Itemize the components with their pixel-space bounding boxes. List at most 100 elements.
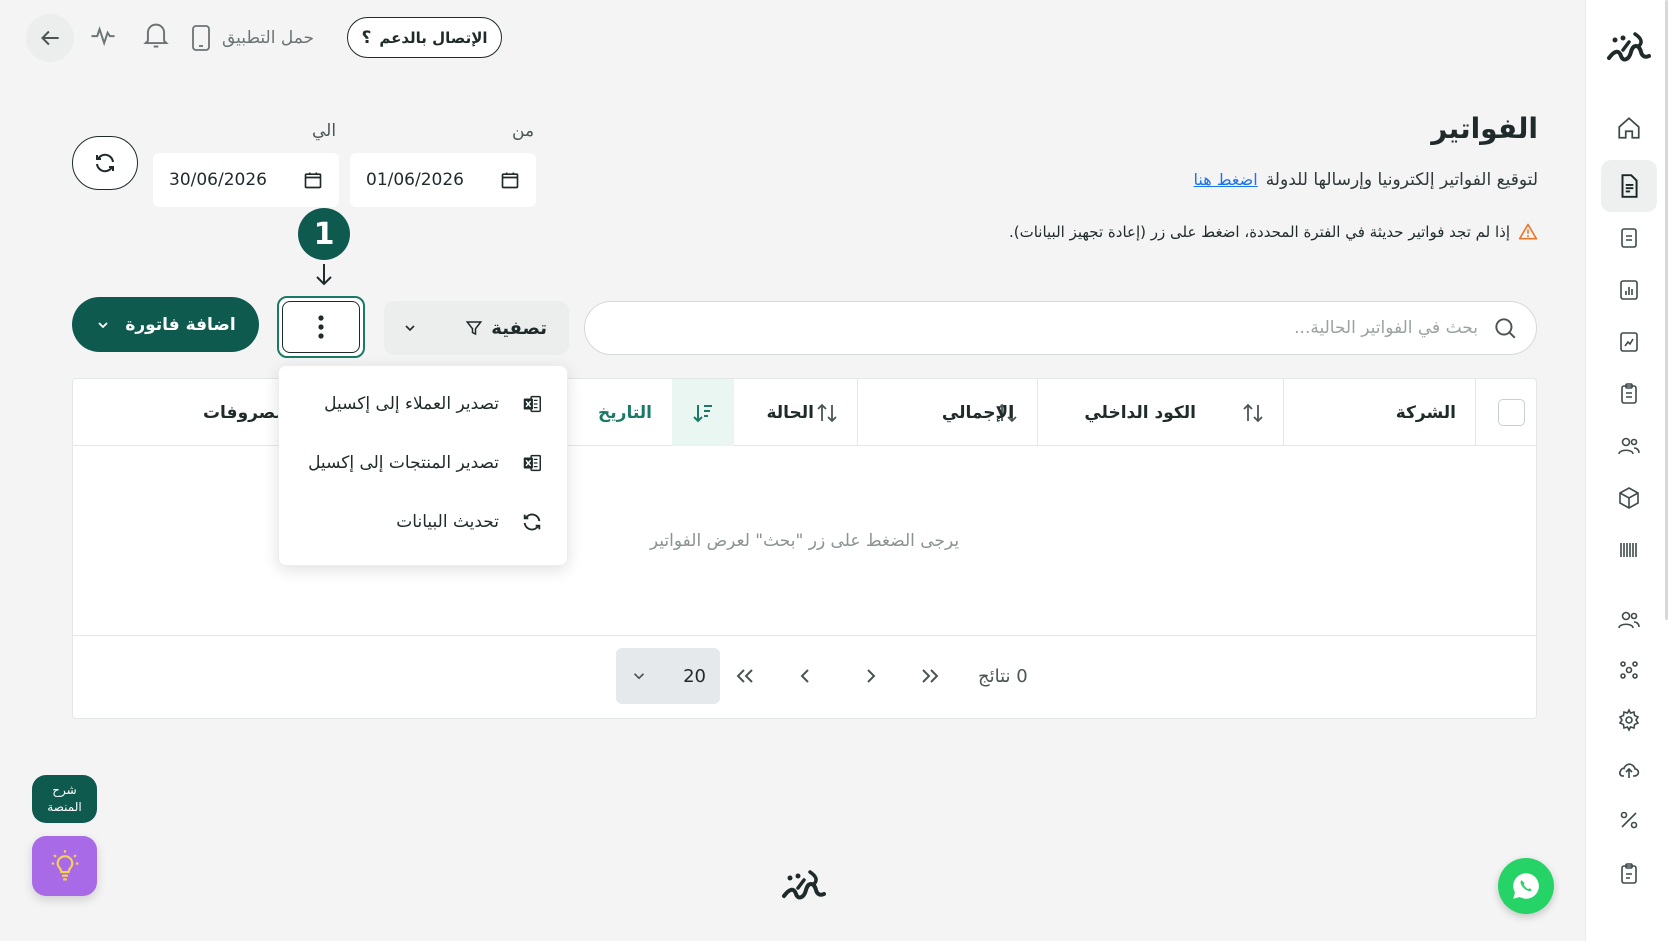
calendar-icon[interactable] (500, 170, 520, 190)
previous-page-button[interactable] (859, 664, 883, 688)
guide-label-line1: شرح (52, 783, 77, 797)
sidebar-item-barcode[interactable] (1601, 524, 1657, 576)
callout-arrow (312, 262, 336, 288)
whatsapp-chat-button[interactable] (1498, 858, 1554, 914)
refresh-icon (96, 153, 114, 173)
footer-brand-logo (779, 866, 829, 906)
sort-icon (1243, 403, 1263, 422)
column-header-expenses[interactable]: مصروفات (203, 379, 286, 446)
home-icon (1618, 117, 1640, 139)
more-options-menu: تصدير العملاء إلى إكسيل تصدير المنتجات إ… (278, 365, 568, 566)
column-header-total[interactable]: الإجمالي (942, 379, 1014, 446)
menu-item-label: تصدير المنتجات إلى إكسيل (308, 453, 499, 473)
to-date-field[interactable]: 30/06/2026 (153, 153, 339, 207)
from-date-value: 01/06/2026 (366, 170, 464, 190)
lightbulb-icon (51, 850, 78, 881)
download-app-label: حمل التطبيق (222, 28, 315, 48)
notifications-button[interactable] (142, 20, 170, 50)
cloud-upload-icon (1619, 763, 1640, 778)
sidebar-item-analytics[interactable] (1601, 316, 1657, 368)
sort-company-button[interactable] (1222, 379, 1284, 446)
sidebar-item-integrations[interactable] (1601, 644, 1657, 696)
sidebar-item-taxes[interactable] (1601, 794, 1657, 846)
sidebar-scrollbar[interactable] (1665, 0, 1668, 620)
arrow-left-icon (41, 30, 59, 46)
page-size-select[interactable]: 20 (616, 648, 720, 704)
last-page-button[interactable] (733, 664, 757, 688)
sidebar-item-reports[interactable] (1601, 264, 1657, 316)
subtitle: لتوقيع الفواتير إلكترونيا وإرسالها للدول… (1194, 170, 1538, 190)
menu-item-export-products[interactable]: تصدير المنتجات إلى إكسيل (308, 447, 543, 479)
menu-item-export-customers[interactable]: تصدير العملاء إلى إكسيل (324, 388, 543, 420)
warning-message: إذا لم تجد فواتير حديثة في الفترة المحدد… (1009, 222, 1538, 242)
menu-item-label: تحديث البيانات (396, 512, 499, 532)
sort-descending-icon (693, 404, 712, 422)
column-header-internal-code[interactable]: الكود الداخلي (1084, 379, 1196, 446)
column-header-status[interactable]: الحالة (766, 379, 814, 446)
question-icon: ؟ (361, 27, 372, 48)
column-divider (1475, 379, 1476, 446)
download-app-link[interactable]: حمل التطبيق (190, 22, 314, 54)
users-icon (1618, 437, 1640, 455)
results-count: 0 نتائج (978, 666, 1028, 687)
search-box[interactable] (584, 301, 1537, 355)
sidebar-item-settings[interactable] (1601, 694, 1657, 746)
step-callout-badge: 1 (298, 208, 350, 260)
platform-guide-button[interactable]: شرح المنصة (32, 775, 97, 823)
first-page-button[interactable] (918, 664, 942, 688)
page-title: الفواتير (1431, 112, 1538, 145)
sidebar-item-cloud[interactable] (1601, 744, 1657, 796)
sidebar-item-home[interactable] (1601, 102, 1657, 154)
sidebar-item-invoices[interactable] (1601, 160, 1657, 212)
pagination-bar: 0 نتائج 20 (73, 635, 1536, 718)
search-input[interactable] (603, 318, 1478, 338)
more-options-button[interactable] (282, 301, 360, 353)
arrow-down-icon (316, 264, 332, 286)
guide-label-line2: المنصة (47, 800, 82, 814)
back-button[interactable] (26, 14, 74, 62)
search-icon[interactable] (1492, 315, 1518, 341)
select-all-checkbox[interactable] (1498, 399, 1525, 426)
calendar-icon[interactable] (303, 170, 323, 190)
reload-data-button[interactable] (72, 136, 138, 190)
add-invoice-label: اضافة فاتورة (125, 314, 236, 335)
team-icon (1618, 611, 1640, 629)
whatsapp-icon (1513, 873, 1539, 899)
sidebar (1585, 0, 1672, 941)
sidebar-item-team[interactable] (1601, 594, 1657, 646)
warning-icon (1518, 223, 1538, 240)
from-label: من (512, 121, 535, 141)
chevron-right-icon (867, 669, 876, 683)
sidebar-item-products[interactable] (1601, 472, 1657, 524)
subtitle-text: لتوقيع الفواتير إلكترونيا وإرسالها للدول… (1265, 170, 1538, 190)
tips-button[interactable] (32, 836, 97, 896)
support-button[interactable]: الإتصال بالدعم ؟ (347, 17, 502, 58)
warning-text: إذا لم تجد فواتير حديثة في الفترة المحدد… (1008, 223, 1510, 241)
sidebar-item-tasks[interactable] (1601, 368, 1657, 420)
phone-icon (192, 25, 210, 51)
sidebar-item-customers[interactable] (1601, 420, 1657, 472)
box-icon (1619, 487, 1639, 509)
sidebar-item-receipts[interactable] (1601, 212, 1657, 264)
sort-date-button[interactable] (672, 379, 734, 446)
from-date-field[interactable]: 01/06/2026 (350, 153, 536, 207)
refresh-icon (523, 513, 541, 531)
activity-button[interactable] (89, 20, 117, 50)
column-header-company[interactable]: الشركة (1396, 379, 1456, 446)
next-page-button[interactable] (793, 664, 817, 688)
to-label: الي (312, 121, 337, 141)
filter-button[interactable]: تصفية (384, 301, 569, 355)
menu-item-refresh-data[interactable]: تحديث البيانات (396, 506, 543, 538)
add-invoice-button[interactable]: اضافة فاتورة (72, 297, 259, 352)
brand-logo-icon (782, 870, 826, 900)
column-header-date[interactable]: التاريخ (598, 379, 652, 446)
barcode-icon (1620, 543, 1637, 557)
click-here-link[interactable]: اضغط هنا (1194, 170, 1258, 190)
gear-icon (1618, 708, 1640, 732)
sidebar-item-clipboard[interactable] (1601, 848, 1657, 900)
chevron-left-icon (800, 669, 809, 683)
excel-icon (523, 454, 541, 472)
chevron-down-icon (633, 673, 645, 680)
brand-logo[interactable] (1586, 28, 1672, 68)
clipboard-list-icon (1621, 383, 1637, 404)
